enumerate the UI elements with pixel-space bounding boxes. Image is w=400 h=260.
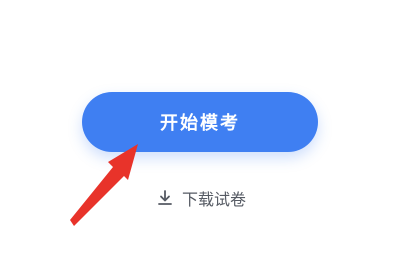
download-icon (158, 190, 172, 205)
download-exam-label: 下载试卷 (182, 190, 247, 209)
download-exam-link[interactable]: 下载试卷 (156, 186, 246, 210)
start-mock-exam-button[interactable]: 开始模考 (82, 92, 318, 152)
page: 开始模考 下载试卷 (0, 0, 400, 260)
